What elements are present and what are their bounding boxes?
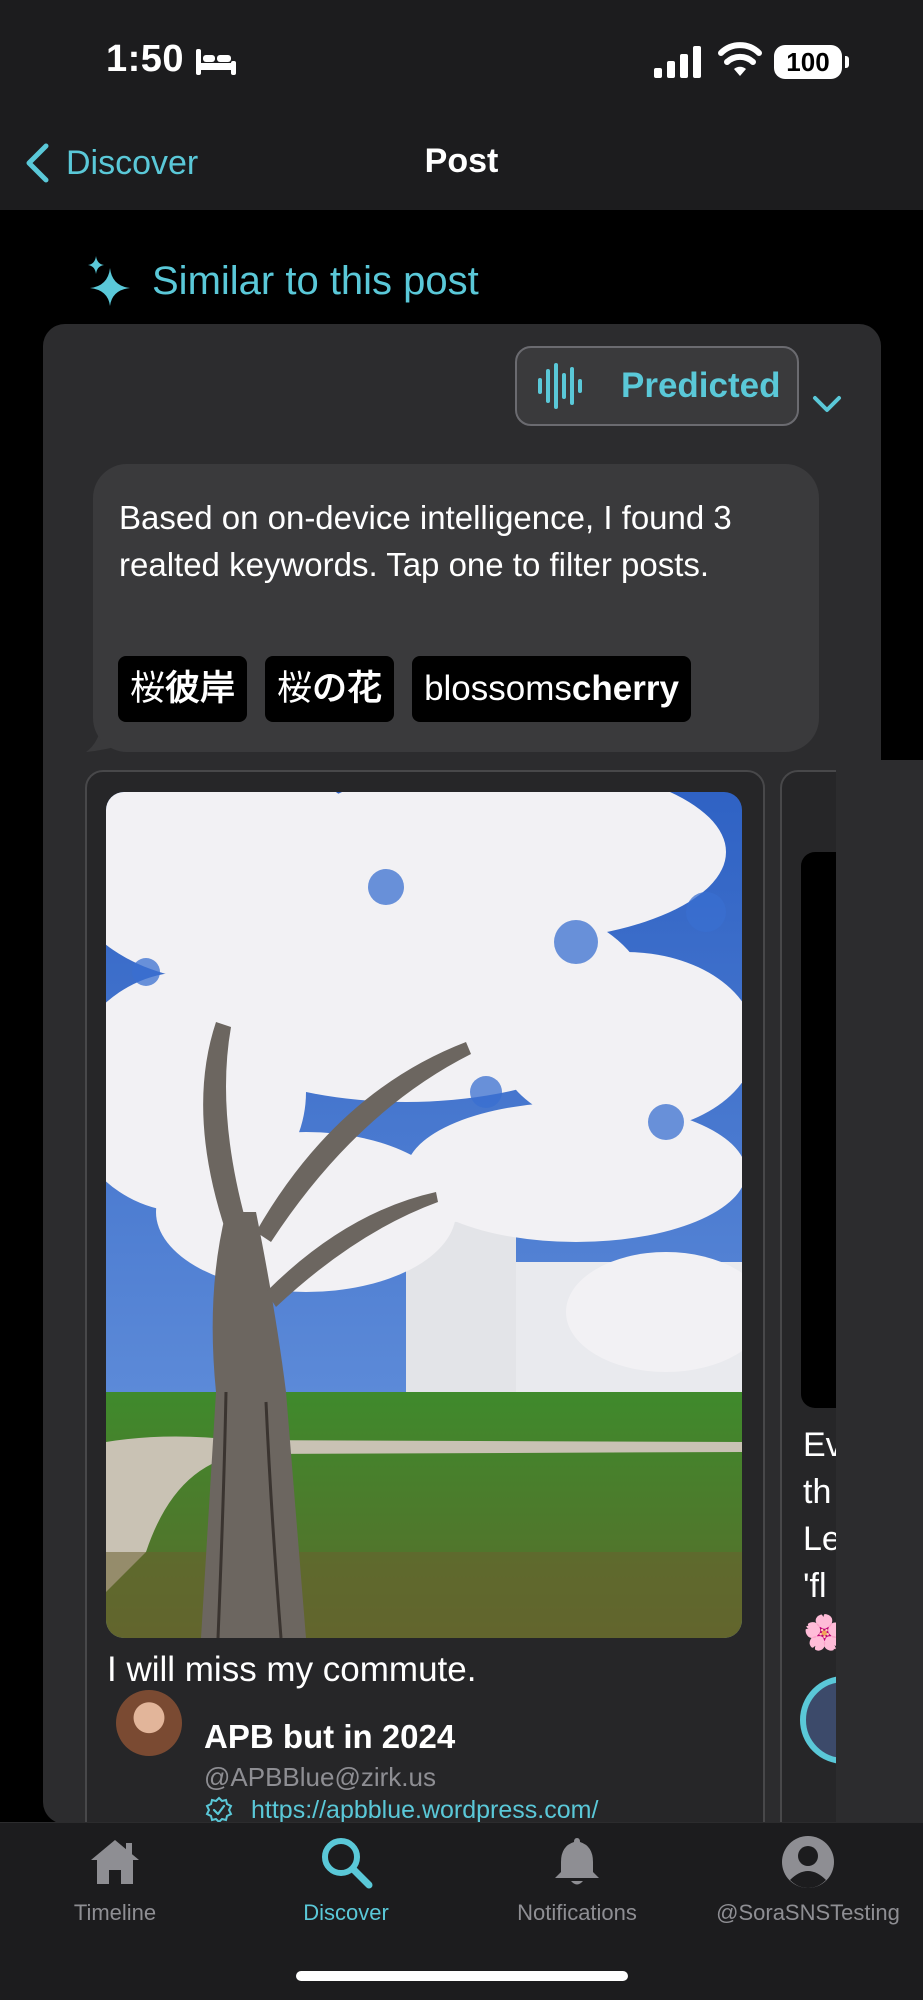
- cellular-signal-icon: [654, 46, 701, 78]
- tab-label: @SoraSNSTesting: [716, 1900, 900, 1925]
- keyword-chip[interactable]: blossomscherry: [412, 656, 691, 722]
- wifi-icon: [718, 42, 762, 76]
- bed-icon: [196, 49, 236, 75]
- predicted-label: Predicted: [621, 366, 781, 405]
- house-icon: [91, 1840, 139, 1884]
- tab-timeline[interactable]: Timeline: [0, 1834, 230, 1926]
- keyword-chip[interactable]: 桜彼岸: [118, 656, 248, 722]
- page-title: Post: [424, 142, 499, 180]
- tab-label: Notifications: [517, 1900, 637, 1925]
- post-caption: I will miss my commute.: [107, 1650, 477, 1689]
- person-icon: [782, 1836, 834, 1888]
- tab-discover[interactable]: Discover: [231, 1834, 461, 1926]
- home-indicator: [296, 1971, 628, 1981]
- tab-label: Discover: [303, 1900, 389, 1925]
- author-name[interactable]: APB but in 2024: [204, 1718, 455, 1756]
- keyword-chip[interactable]: 桜の花: [265, 656, 395, 722]
- bell-icon: [555, 1838, 599, 1885]
- tab-label: Timeline: [73, 1900, 157, 1925]
- avatar[interactable]: [116, 1690, 182, 1756]
- chip-bold: の花: [312, 669, 383, 708]
- chip-bold: cherry: [571, 669, 679, 708]
- tab-notifications[interactable]: Notifications: [462, 1834, 692, 1926]
- predicted-mode-button[interactable]: Predicted: [515, 346, 799, 426]
- status-time: 1:50: [106, 38, 185, 80]
- similar-title: Similar to this post: [152, 258, 479, 303]
- sparkles-icon: [88, 256, 130, 306]
- battery-indicator: 100: [774, 45, 849, 79]
- chip-bold: 彼岸: [165, 669, 236, 708]
- author-handle: @APBBlue@zirk.us: [204, 1762, 436, 1792]
- suggestion-text: Based on on-device intelligence, I found…: [119, 499, 732, 583]
- chip-plain: 桜: [277, 669, 313, 708]
- panel-edge: [836, 760, 923, 1860]
- search-icon: [322, 1838, 373, 1889]
- post-photo[interactable]: [106, 792, 742, 1638]
- similar-header: Similar to this post: [86, 256, 479, 306]
- chevron-down-icon[interactable]: [812, 393, 842, 415]
- chip-plain: blossoms: [424, 669, 572, 708]
- chip-plain: 桜: [130, 669, 166, 708]
- waveform-icon: [538, 363, 582, 409]
- verified-badge-icon: [205, 1796, 233, 1824]
- author-link[interactable]: https://apbblue.wordpress.com/: [251, 1796, 598, 1825]
- cherry-blossom-photo: [106, 792, 742, 1638]
- tab-profile[interactable]: @SoraSNSTesting: [693, 1834, 923, 1926]
- keyword-chips: 桜彼岸 桜の花 blossomscherry: [118, 656, 691, 722]
